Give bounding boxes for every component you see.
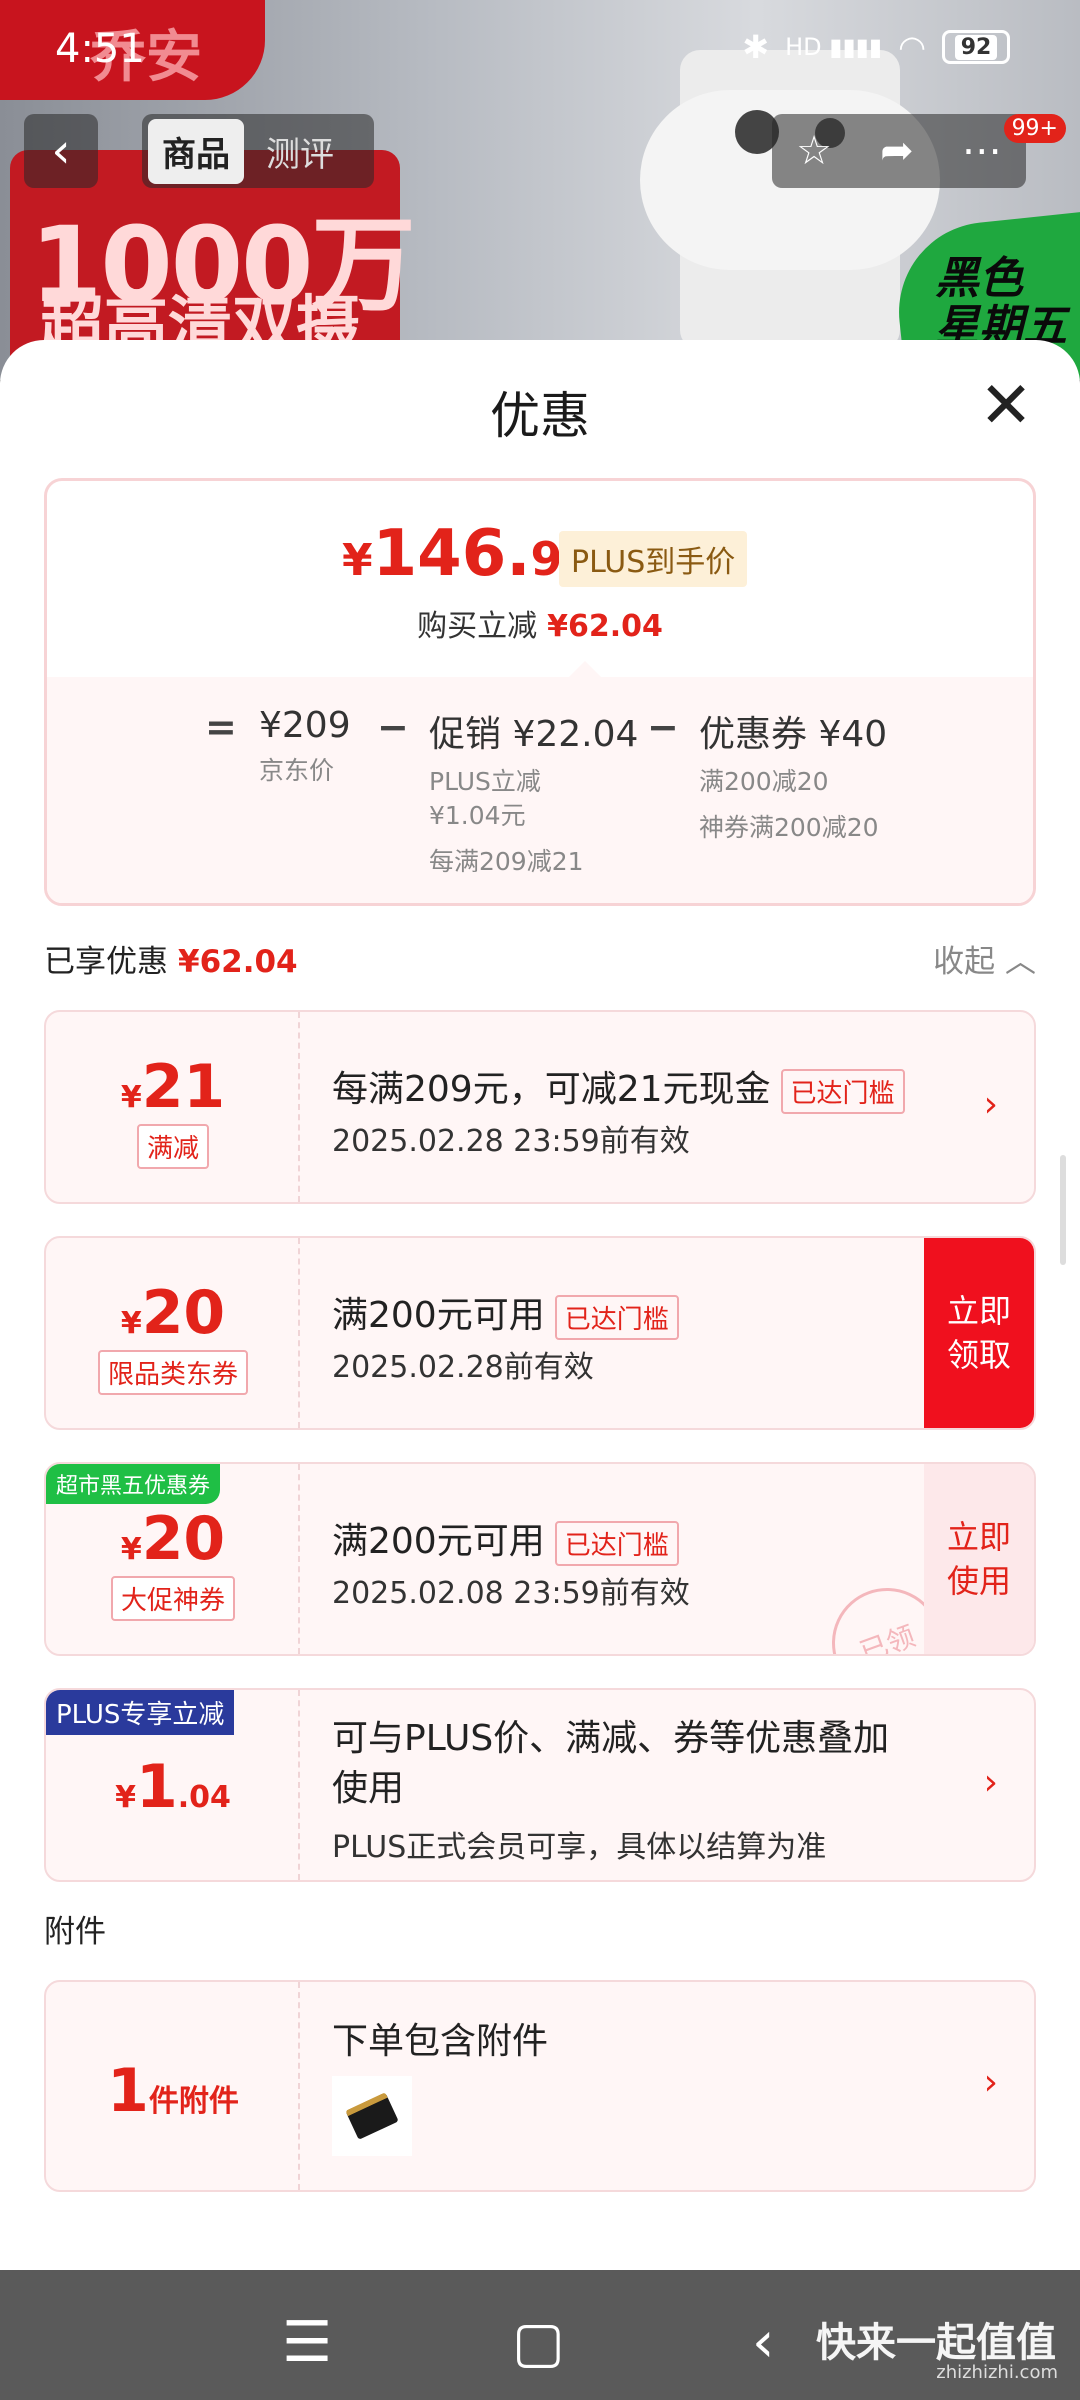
watermark-site: zhizhizhi.com bbox=[936, 2362, 1058, 2383]
coupon-card-super-coupon: 超市黑五优惠券 ¥20 大促神券 满200元可用 已达门槛 2025.02.08 … bbox=[44, 1462, 1036, 1656]
coupon-title: 可与PLUS价、满减、券等优惠叠加 使用 bbox=[332, 1718, 890, 1809]
jd-price: ¥209 bbox=[259, 705, 351, 746]
star-icon[interactable]: ☆ bbox=[796, 128, 832, 174]
coupon-tag: 满减 bbox=[136, 1124, 209, 1169]
back-nav-icon[interactable]: ‹ bbox=[752, 2310, 774, 2375]
coupon-date: 2025.02.28 23:59前有效 bbox=[332, 1124, 690, 1159]
coupon-card-jd-coupon: ¥20 限品类东券 满200元可用 已达门槛 2025.02.28前有效 立即 领… bbox=[44, 1236, 1036, 1430]
coupon-date: 2025.02.08 23:59前有效 bbox=[332, 1576, 690, 1611]
coupon-tag: 大促神券 bbox=[110, 1576, 235, 1621]
signal-icon: HD ▮▮▮▮ bbox=[785, 33, 883, 61]
battery-icon: 92 bbox=[942, 30, 1010, 64]
coupon-title: 满200元可用 已达门槛 bbox=[332, 1286, 679, 1340]
share-icon[interactable]: ➦ bbox=[880, 128, 914, 174]
home-icon[interactable]: ▢ bbox=[512, 2310, 565, 2375]
system-nav-bar: ☰ ▢ ‹ 快来一起值值 zhizhizhi.com bbox=[0, 2270, 1080, 2400]
chevron-up-icon: ︿ bbox=[1005, 944, 1036, 980]
black-friday-text: 黑色 星期五 bbox=[935, 253, 1067, 352]
price-breakdown: = ¥209 京东价 − 促销 ¥22.04 PLUS立减 ¥1.04元 每满2… bbox=[47, 677, 1033, 903]
status-icons: ✱ HD ▮▮▮▮ ◠ 92 bbox=[742, 28, 1010, 66]
chevron-right-icon: › bbox=[983, 1762, 998, 1803]
discount-sheet: 优惠 ✕ ¥146.96 PLUS到手价 购买立减¥62.04 = ¥209 京… bbox=[0, 340, 1080, 2270]
jd-price-label: 京东价 bbox=[259, 756, 335, 785]
coupon-sub-2: 神券满200减20 bbox=[699, 813, 879, 842]
watermark: 快来一起值值 bbox=[816, 2320, 1056, 2366]
promo-full-reduce: 每满209减21 bbox=[429, 847, 584, 876]
use-coupon-button[interactable]: 立即 使用 bbox=[924, 1464, 1034, 1654]
attachment-card[interactable]: 1件附件 下单包含附件 › bbox=[44, 1980, 1036, 2192]
coupon-title: 满200元可用 已达门槛 bbox=[332, 1512, 679, 1566]
coupon-date: 2025.02.28前有效 bbox=[332, 1350, 594, 1385]
scroll-indicator bbox=[1060, 1155, 1066, 1265]
final-price: ¥146.96 bbox=[342, 517, 595, 591]
promo-amount: 促销 ¥22.04 bbox=[429, 714, 639, 755]
collapse-button[interactable]: 收起 ︿ bbox=[933, 936, 1036, 981]
chevron-right-icon: › bbox=[983, 2062, 998, 2103]
claim-coupon-button[interactable]: 立即 领取 bbox=[924, 1238, 1034, 1428]
top-actions: ☆ ➦ ⋯ bbox=[772, 114, 1026, 188]
coupon-sub-1: 满200减20 bbox=[699, 767, 829, 796]
wifi-icon: ◠ bbox=[898, 28, 926, 66]
bluetooth-icon: ✱ bbox=[742, 28, 770, 66]
status-time: 4:51 bbox=[55, 26, 145, 72]
back-button[interactable]: ‹ bbox=[24, 114, 98, 188]
coupon-title: 每满209元，可减21元现金 已达门槛 bbox=[332, 1060, 905, 1114]
plus-price-tag: PLUS到手价 bbox=[559, 531, 748, 587]
coupon-card-plus-reduce[interactable]: PLUS专享立减 ¥1.04 可与PLUS价、满减、券等优惠叠加 使用 PLUS正… bbox=[44, 1688, 1036, 1882]
enjoyed-discount: 已享优惠 ¥62.04 bbox=[44, 944, 298, 980]
promo-plus-value: ¥1.04元 bbox=[429, 801, 526, 830]
message-badge: 99+ bbox=[1003, 114, 1066, 143]
top-tabs: 商品 测评 bbox=[142, 114, 374, 188]
attachments-header: 附件 bbox=[44, 1914, 106, 1950]
coupon-date: PLUS正式会员可享，具体以结算为准 bbox=[332, 1830, 827, 1865]
tab-review[interactable]: 测评 bbox=[252, 119, 348, 184]
coupon-card-full-reduce[interactable]: ¥21 满减 每满209元，可减21元现金 已达门槛 2025.02.28 23:… bbox=[44, 1010, 1036, 1204]
purchase-reduction: 购买立减 ¥62.04 bbox=[417, 609, 663, 644]
coupon-tag: 限品类东券 bbox=[97, 1350, 248, 1395]
promo-plus-reduce: PLUS立减 bbox=[429, 767, 541, 796]
sd-card-image bbox=[332, 2076, 412, 2156]
menu-icon[interactable]: ☰ bbox=[282, 2310, 332, 2375]
sheet-title: 优惠 bbox=[490, 387, 590, 445]
price-summary-card: ¥146.96 PLUS到手价 购买立减¥62.04 = ¥209 京东价 − … bbox=[44, 478, 1036, 906]
chevron-right-icon: › bbox=[983, 1084, 998, 1125]
close-icon[interactable]: ✕ bbox=[976, 374, 1036, 438]
attachment-title: 下单包含附件 bbox=[332, 2021, 549, 2062]
coupon-amount: 优惠券 ¥40 bbox=[699, 714, 888, 755]
more-icon[interactable]: ⋯ bbox=[962, 128, 1002, 174]
tab-product[interactable]: 商品 bbox=[148, 118, 244, 184]
chevron-left-icon: ‹ bbox=[51, 123, 71, 179]
